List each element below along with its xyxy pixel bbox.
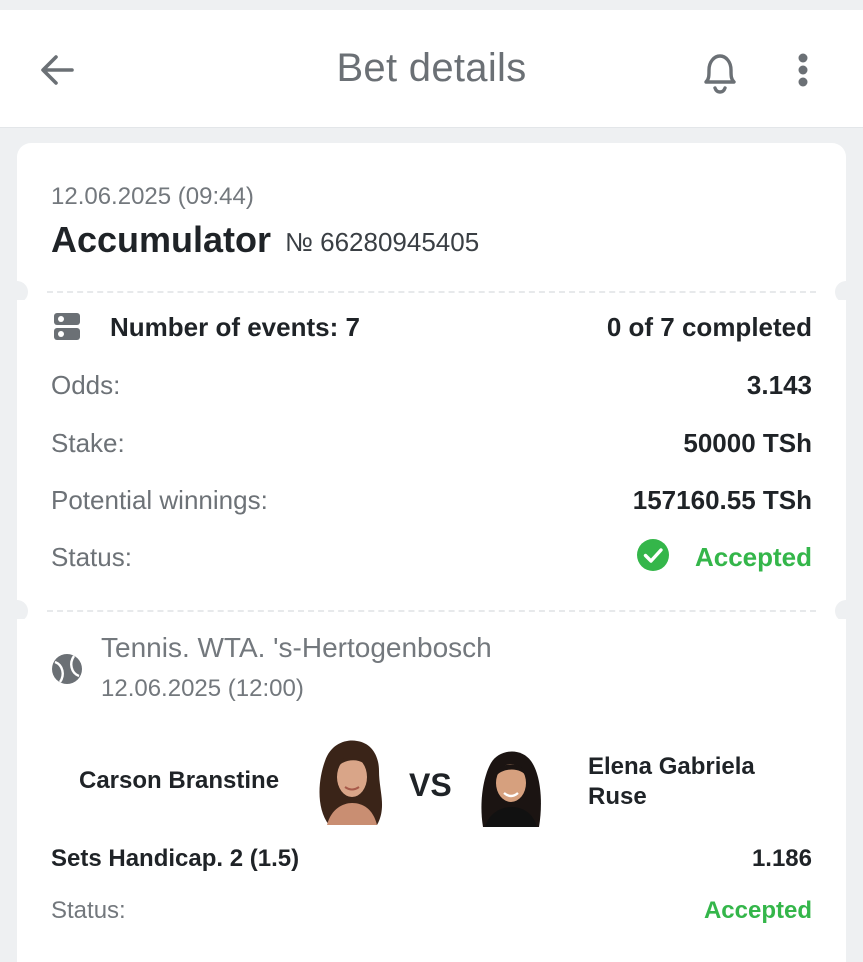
winnings-label: Potential winnings: <box>51 485 268 515</box>
bell-icon <box>704 54 736 94</box>
versus-label: VS <box>409 767 452 803</box>
dashed-divider <box>47 610 816 612</box>
events-list-icon <box>54 313 80 340</box>
event-status-value: Accepted <box>703 897 812 924</box>
player1-avatar <box>319 740 383 825</box>
winnings-value: 157160.55 TSh <box>632 485 812 515</box>
status-value: Accepted <box>694 542 812 572</box>
event-date: 12.06.2025 (12:00) <box>101 675 304 702</box>
player1-name: Carson Branstine <box>79 767 280 794</box>
market-odds: 1.186 <box>751 845 812 872</box>
stake-label: Stake: <box>51 428 125 458</box>
app-bar: Bet details <box>0 10 863 128</box>
odds-label: Odds: <box>51 370 121 400</box>
notifications-button[interactable] <box>697 48 743 96</box>
player2-avatar <box>481 751 541 827</box>
odds-value: 3.143 <box>746 370 812 400</box>
event-status-label: Status: <box>51 897 126 924</box>
check-circle-icon <box>637 539 669 571</box>
player2-name: Elena Gabriela Ruse <box>588 753 755 810</box>
events-count: Number of events: 7 <box>110 312 360 342</box>
bet-date: 12.06.2025 (09:44) <box>51 183 254 210</box>
completed-count: 0 of 7 completed <box>606 312 812 342</box>
status-strip <box>0 0 863 10</box>
bet-header-card: 12.06.2025 (09:44) Accumulator № 6628094… <box>17 143 846 284</box>
event-league: Tennis. WTA. 's-Hertogenbosch <box>101 632 492 663</box>
bet-summary-card: Number of events: 7 0 of 7 completed Odd… <box>17 300 846 604</box>
stake-value: 50000 TSh <box>683 428 812 458</box>
bet-number: № 66280945405 <box>285 227 480 257</box>
dashed-divider <box>47 291 816 293</box>
status-label: Status: <box>51 542 132 572</box>
market-name: Sets Handicap. 2 (1.5) <box>51 845 300 872</box>
card-separator <box>17 284 846 300</box>
more-options-button[interactable] <box>788 50 818 104</box>
bet-type: Accumulator <box>51 219 272 260</box>
more-vertical-icon <box>798 53 808 87</box>
card-separator <box>17 604 846 619</box>
tennis-ball-icon <box>52 654 82 684</box>
event-card[interactable]: Tennis. WTA. 's-Hertogenbosch 12.06.2025… <box>17 619 846 962</box>
